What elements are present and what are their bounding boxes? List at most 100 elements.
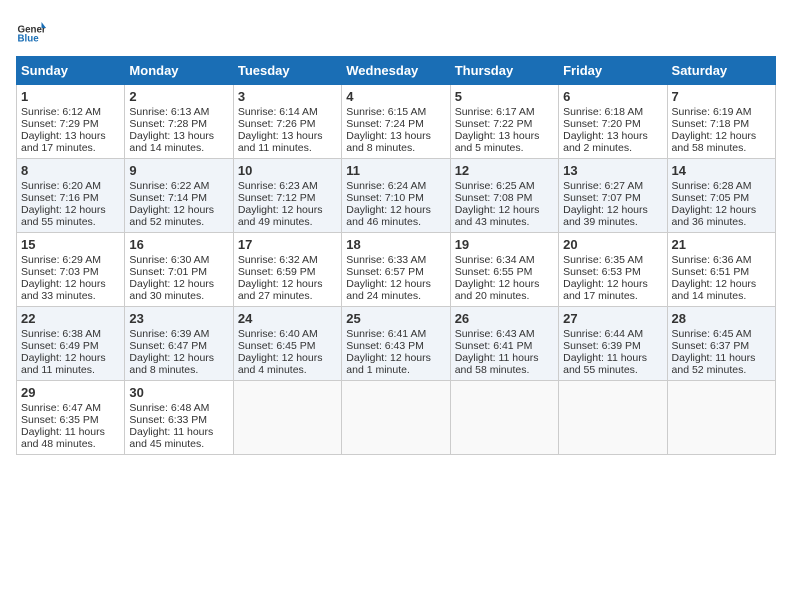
sunrise-text: Sunrise: 6:39 AM	[129, 328, 228, 340]
daylight-text: Daylight: 13 hours and 14 minutes.	[129, 130, 228, 154]
daylight-text: Daylight: 13 hours and 5 minutes.	[455, 130, 554, 154]
sunrise-text: Sunrise: 6:30 AM	[129, 254, 228, 266]
sunset-text: Sunset: 6:51 PM	[672, 266, 771, 278]
sunset-text: Sunset: 6:45 PM	[238, 340, 337, 352]
daylight-text: Daylight: 13 hours and 2 minutes.	[563, 130, 662, 154]
sunrise-text: Sunrise: 6:36 AM	[672, 254, 771, 266]
sunrise-text: Sunrise: 6:25 AM	[455, 180, 554, 192]
day-number: 20	[563, 237, 662, 252]
day-cell-19: 19 Sunrise: 6:34 AM Sunset: 6:55 PM Dayl…	[450, 233, 558, 307]
day-cell-14: 14 Sunrise: 6:28 AM Sunset: 7:05 PM Dayl…	[667, 159, 775, 233]
daylight-text: Daylight: 12 hours and 43 minutes.	[455, 204, 554, 228]
day-number: 22	[21, 311, 120, 326]
day-number: 2	[129, 89, 228, 104]
daylight-text: Daylight: 12 hours and 20 minutes.	[455, 278, 554, 302]
day-number: 25	[346, 311, 445, 326]
daylight-text: Daylight: 13 hours and 11 minutes.	[238, 130, 337, 154]
day-cell-11: 11 Sunrise: 6:24 AM Sunset: 7:10 PM Dayl…	[342, 159, 450, 233]
week-row-4: 22 Sunrise: 6:38 AM Sunset: 6:49 PM Dayl…	[17, 307, 776, 381]
daylight-text: Daylight: 11 hours and 52 minutes.	[672, 352, 771, 376]
daylight-text: Daylight: 11 hours and 45 minutes.	[129, 426, 228, 450]
sunset-text: Sunset: 7:16 PM	[21, 192, 120, 204]
day-cell-29: 29 Sunrise: 6:47 AM Sunset: 6:35 PM Dayl…	[17, 381, 125, 455]
day-number: 9	[129, 163, 228, 178]
empty-cell	[667, 381, 775, 455]
sunset-text: Sunset: 7:26 PM	[238, 118, 337, 130]
daylight-text: Daylight: 11 hours and 55 minutes.	[563, 352, 662, 376]
daylight-text: Daylight: 12 hours and 17 minutes.	[563, 278, 662, 302]
day-cell-26: 26 Sunrise: 6:43 AM Sunset: 6:41 PM Dayl…	[450, 307, 558, 381]
day-number: 17	[238, 237, 337, 252]
sunrise-text: Sunrise: 6:40 AM	[238, 328, 337, 340]
sunset-text: Sunset: 7:05 PM	[672, 192, 771, 204]
day-cell-9: 9 Sunrise: 6:22 AM Sunset: 7:14 PM Dayli…	[125, 159, 233, 233]
daylight-text: Daylight: 12 hours and 24 minutes.	[346, 278, 445, 302]
sunset-text: Sunset: 7:12 PM	[238, 192, 337, 204]
sunset-text: Sunset: 7:28 PM	[129, 118, 228, 130]
sunset-text: Sunset: 6:53 PM	[563, 266, 662, 278]
day-header-wednesday: Wednesday	[342, 57, 450, 85]
day-cell-17: 17 Sunrise: 6:32 AM Sunset: 6:59 PM Dayl…	[233, 233, 341, 307]
daylight-text: Daylight: 12 hours and 55 minutes.	[21, 204, 120, 228]
sunrise-text: Sunrise: 6:29 AM	[21, 254, 120, 266]
sunset-text: Sunset: 7:07 PM	[563, 192, 662, 204]
sunset-text: Sunset: 7:24 PM	[346, 118, 445, 130]
sunset-text: Sunset: 7:20 PM	[563, 118, 662, 130]
sunrise-text: Sunrise: 6:34 AM	[455, 254, 554, 266]
day-number: 10	[238, 163, 337, 178]
day-cell-24: 24 Sunrise: 6:40 AM Sunset: 6:45 PM Dayl…	[233, 307, 341, 381]
daylight-text: Daylight: 12 hours and 52 minutes.	[129, 204, 228, 228]
daylight-text: Daylight: 12 hours and 33 minutes.	[21, 278, 120, 302]
empty-cell	[342, 381, 450, 455]
day-cell-28: 28 Sunrise: 6:45 AM Sunset: 6:37 PM Dayl…	[667, 307, 775, 381]
sunrise-text: Sunrise: 6:33 AM	[346, 254, 445, 266]
sunrise-text: Sunrise: 6:13 AM	[129, 106, 228, 118]
sunrise-text: Sunrise: 6:44 AM	[563, 328, 662, 340]
sunset-text: Sunset: 7:14 PM	[129, 192, 228, 204]
day-cell-13: 13 Sunrise: 6:27 AM Sunset: 7:07 PM Dayl…	[559, 159, 667, 233]
sunrise-text: Sunrise: 6:20 AM	[21, 180, 120, 192]
sunset-text: Sunset: 6:39 PM	[563, 340, 662, 352]
empty-cell	[559, 381, 667, 455]
sunrise-text: Sunrise: 6:48 AM	[129, 402, 228, 414]
sunrise-text: Sunrise: 6:24 AM	[346, 180, 445, 192]
daylight-text: Daylight: 13 hours and 17 minutes.	[21, 130, 120, 154]
day-number: 24	[238, 311, 337, 326]
page-header: General Blue	[16, 16, 776, 46]
daylight-text: Daylight: 12 hours and 27 minutes.	[238, 278, 337, 302]
sunrise-text: Sunrise: 6:47 AM	[21, 402, 120, 414]
day-number: 14	[672, 163, 771, 178]
sunset-text: Sunset: 7:08 PM	[455, 192, 554, 204]
day-cell-27: 27 Sunrise: 6:44 AM Sunset: 6:39 PM Dayl…	[559, 307, 667, 381]
day-number: 11	[346, 163, 445, 178]
day-cell-23: 23 Sunrise: 6:39 AM Sunset: 6:47 PM Dayl…	[125, 307, 233, 381]
day-cell-21: 21 Sunrise: 6:36 AM Sunset: 6:51 PM Dayl…	[667, 233, 775, 307]
daylight-text: Daylight: 12 hours and 1 minute.	[346, 352, 445, 376]
day-number: 8	[21, 163, 120, 178]
sunrise-text: Sunrise: 6:41 AM	[346, 328, 445, 340]
sunset-text: Sunset: 7:18 PM	[672, 118, 771, 130]
daylight-text: Daylight: 11 hours and 58 minutes.	[455, 352, 554, 376]
empty-cell	[233, 381, 341, 455]
day-number: 5	[455, 89, 554, 104]
sunrise-text: Sunrise: 6:43 AM	[455, 328, 554, 340]
daylight-text: Daylight: 12 hours and 11 minutes.	[21, 352, 120, 376]
sunrise-text: Sunrise: 6:18 AM	[563, 106, 662, 118]
daylight-text: Daylight: 12 hours and 8 minutes.	[129, 352, 228, 376]
day-number: 26	[455, 311, 554, 326]
day-header-saturday: Saturday	[667, 57, 775, 85]
sunrise-text: Sunrise: 6:38 AM	[21, 328, 120, 340]
day-cell-7: 7 Sunrise: 6:19 AM Sunset: 7:18 PM Dayli…	[667, 85, 775, 159]
sunset-text: Sunset: 7:10 PM	[346, 192, 445, 204]
sunset-text: Sunset: 7:29 PM	[21, 118, 120, 130]
day-number: 19	[455, 237, 554, 252]
daylight-text: Daylight: 12 hours and 30 minutes.	[129, 278, 228, 302]
day-cell-5: 5 Sunrise: 6:17 AM Sunset: 7:22 PM Dayli…	[450, 85, 558, 159]
day-number: 7	[672, 89, 771, 104]
day-cell-22: 22 Sunrise: 6:38 AM Sunset: 6:49 PM Dayl…	[17, 307, 125, 381]
day-number: 16	[129, 237, 228, 252]
sunrise-text: Sunrise: 6:32 AM	[238, 254, 337, 266]
sunset-text: Sunset: 6:43 PM	[346, 340, 445, 352]
sunset-text: Sunset: 7:03 PM	[21, 266, 120, 278]
day-cell-12: 12 Sunrise: 6:25 AM Sunset: 7:08 PM Dayl…	[450, 159, 558, 233]
